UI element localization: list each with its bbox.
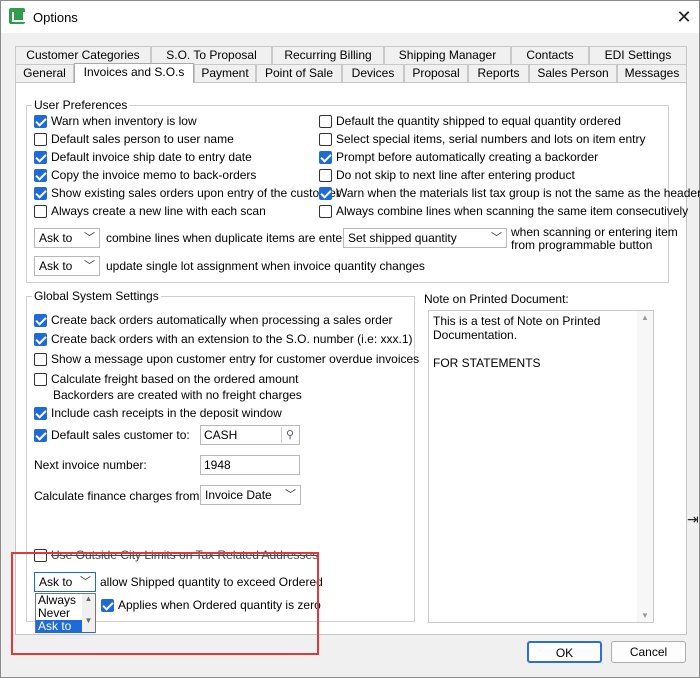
checkbox-checked-icon — [34, 186, 47, 200]
backorder-extension-checkbox[interactable]: Create back orders with an extension to … — [34, 332, 413, 346]
scroll-down-icon[interactable]: ▼ — [637, 611, 653, 620]
tab-general[interactable]: General — [15, 64, 74, 82]
chevron-down-icon: ﹀ — [491, 232, 502, 244]
next-invoice-label: Next invoice number: — [34, 458, 147, 472]
copy-invoice-memo-checkbox[interactable]: Copy the invoice memo to back-orders — [34, 168, 256, 182]
app-icon — [9, 8, 25, 24]
checkbox-checked-icon — [34, 114, 47, 128]
tab-recurring-billing[interactable]: Recurring Billing — [272, 46, 384, 64]
freight-note-label: Backorders are created with no freight c… — [53, 388, 302, 402]
tab-messages[interactable]: Messages — [617, 64, 687, 82]
window-title: Options — [33, 10, 78, 25]
checkbox-checked-icon — [34, 406, 47, 420]
highlight-annotation — [11, 552, 319, 655]
auto-backorders-checkbox[interactable]: Create back orders automatically when pr… — [34, 313, 393, 327]
checkbox-unchecked-icon — [319, 114, 332, 128]
tab-shipping-manager[interactable]: Shipping Manager — [384, 46, 511, 64]
search-icon[interactable]: ⚲ — [281, 427, 298, 443]
checkbox-unchecked-icon — [34, 352, 47, 366]
close-icon[interactable]: ✕ — [671, 5, 697, 29]
combine-lines-select[interactable]: Ask to ﹀ — [34, 228, 100, 248]
tab-invoices-and-sos[interactable]: Invoices and S.O.s — [74, 63, 194, 83]
tabs-row-1: Customer Categories S.O. To Proposal Rec… — [15, 46, 687, 64]
checkbox-unchecked-icon — [34, 132, 47, 146]
default-sales-person-checkbox[interactable]: Default sales person to user name — [34, 132, 234, 146]
default-customer-field[interactable]: CASH ⚲ — [200, 425, 300, 445]
default-ship-date-checkbox[interactable]: Default invoice ship date to entry date — [34, 150, 252, 164]
default-sales-customer-checkbox[interactable]: Default sales customer to: — [34, 428, 190, 442]
tab-point-of-sale[interactable]: Point of Sale — [256, 64, 342, 82]
checkbox-checked-icon — [34, 150, 47, 164]
checkbox-checked-icon — [319, 150, 332, 164]
scroll-up-icon[interactable]: ▲ — [637, 313, 653, 322]
warn-tax-group-checkbox[interactable]: Warn when the materials list tax group i… — [319, 186, 700, 200]
cancel-button[interactable]: Cancel — [611, 641, 686, 663]
options-dialog: Options ✕ Customer Categories S.O. To Pr… — [0, 0, 700, 678]
cash-receipts-deposit-checkbox[interactable]: Include cash receipts in the deposit win… — [34, 406, 282, 420]
finance-charges-label: Calculate finance charges from the — [34, 489, 220, 503]
checkbox-checked-icon — [34, 168, 47, 182]
show-existing-sales-orders-checkbox[interactable]: Show existing sales orders upon entry of… — [34, 186, 340, 200]
lot-assignment-label: update single lot assignment when invoic… — [106, 259, 425, 273]
checkbox-checked-icon — [34, 428, 47, 442]
checkbox-unchecked-icon — [319, 132, 332, 146]
tab-edi-settings[interactable]: EDI Settings — [589, 46, 687, 64]
mouse-cursor-icon: ⇥ — [687, 511, 699, 527]
prompt-backorder-checkbox[interactable]: Prompt before automatically creating a b… — [319, 150, 598, 164]
tab-proposal[interactable]: Proposal — [404, 64, 468, 82]
shipped-quantity-label-1: when scanning or entering item — [511, 225, 678, 239]
note-textarea[interactable]: This is a test of Note on Printed Docume… — [428, 310, 654, 623]
tab-payment[interactable]: Payment — [194, 64, 256, 82]
finance-charges-select[interactable]: Invoice Date ﹀ — [200, 485, 301, 505]
checkbox-unchecked-icon — [34, 372, 47, 386]
tabs-row-2: General Invoices and S.O.s Payment Point… — [15, 63, 687, 83]
default-qty-shipped-checkbox[interactable]: Default the quantity shipped to equal qu… — [319, 114, 621, 128]
tab-contacts[interactable]: Contacts — [511, 46, 589, 64]
checkbox-unchecked-icon — [319, 168, 332, 182]
warn-inventory-low-checkbox[interactable]: Warn when inventory is low — [34, 114, 197, 128]
chevron-down-icon: ﹀ — [84, 260, 95, 272]
freight-ordered-amount-checkbox[interactable]: Calculate freight based on the ordered a… — [34, 372, 299, 386]
checkbox-unchecked-icon — [34, 204, 47, 218]
tab-reports[interactable]: Reports — [468, 64, 529, 82]
checkbox-unchecked-icon — [319, 204, 332, 218]
checkbox-checked-icon — [34, 332, 47, 346]
ok-button[interactable]: OK — [527, 641, 602, 663]
always-new-line-checkbox[interactable]: Always create a new line with each scan — [34, 204, 266, 218]
title-bar: Options ✕ — [1, 1, 699, 33]
tab-sales-person[interactable]: Sales Person — [529, 64, 617, 82]
always-combine-lines-checkbox[interactable]: Always combine lines when scanning the s… — [319, 204, 688, 218]
select-special-items-checkbox[interactable]: Select special items, serial numbers and… — [319, 132, 645, 146]
tab-customer-categories[interactable]: Customer Categories — [15, 46, 151, 64]
shipped-quantity-label-2: from programmable button — [511, 238, 653, 252]
overdue-invoices-message-checkbox[interactable]: Show a message upon customer entry for c… — [34, 352, 419, 366]
tab-devices[interactable]: Devices — [342, 64, 404, 82]
checkbox-checked-icon — [319, 186, 332, 200]
next-invoice-field[interactable]: 1948 — [200, 455, 300, 475]
global-settings-title: Global System Settings — [32, 289, 161, 303]
chevron-down-icon: ﹀ — [84, 232, 95, 244]
do-not-skip-line-checkbox[interactable]: Do not skip to next line after entering … — [319, 168, 575, 182]
combine-lines-label: combine lines when duplicate items are e… — [106, 231, 363, 245]
lot-assignment-select[interactable]: Ask to ﹀ — [34, 256, 100, 276]
shipped-quantity-select[interactable]: Set shipped quantity ﹀ — [343, 228, 507, 248]
note-scrollbar[interactable]: ▲ ▼ — [637, 311, 653, 622]
chevron-down-icon: ﹀ — [285, 489, 296, 501]
checkbox-checked-icon — [34, 313, 47, 327]
note-label: Note on Printed Document: — [424, 292, 569, 306]
tab-so-to-proposal[interactable]: S.O. To Proposal — [151, 46, 272, 64]
user-preferences-title: User Preferences — [32, 98, 130, 112]
